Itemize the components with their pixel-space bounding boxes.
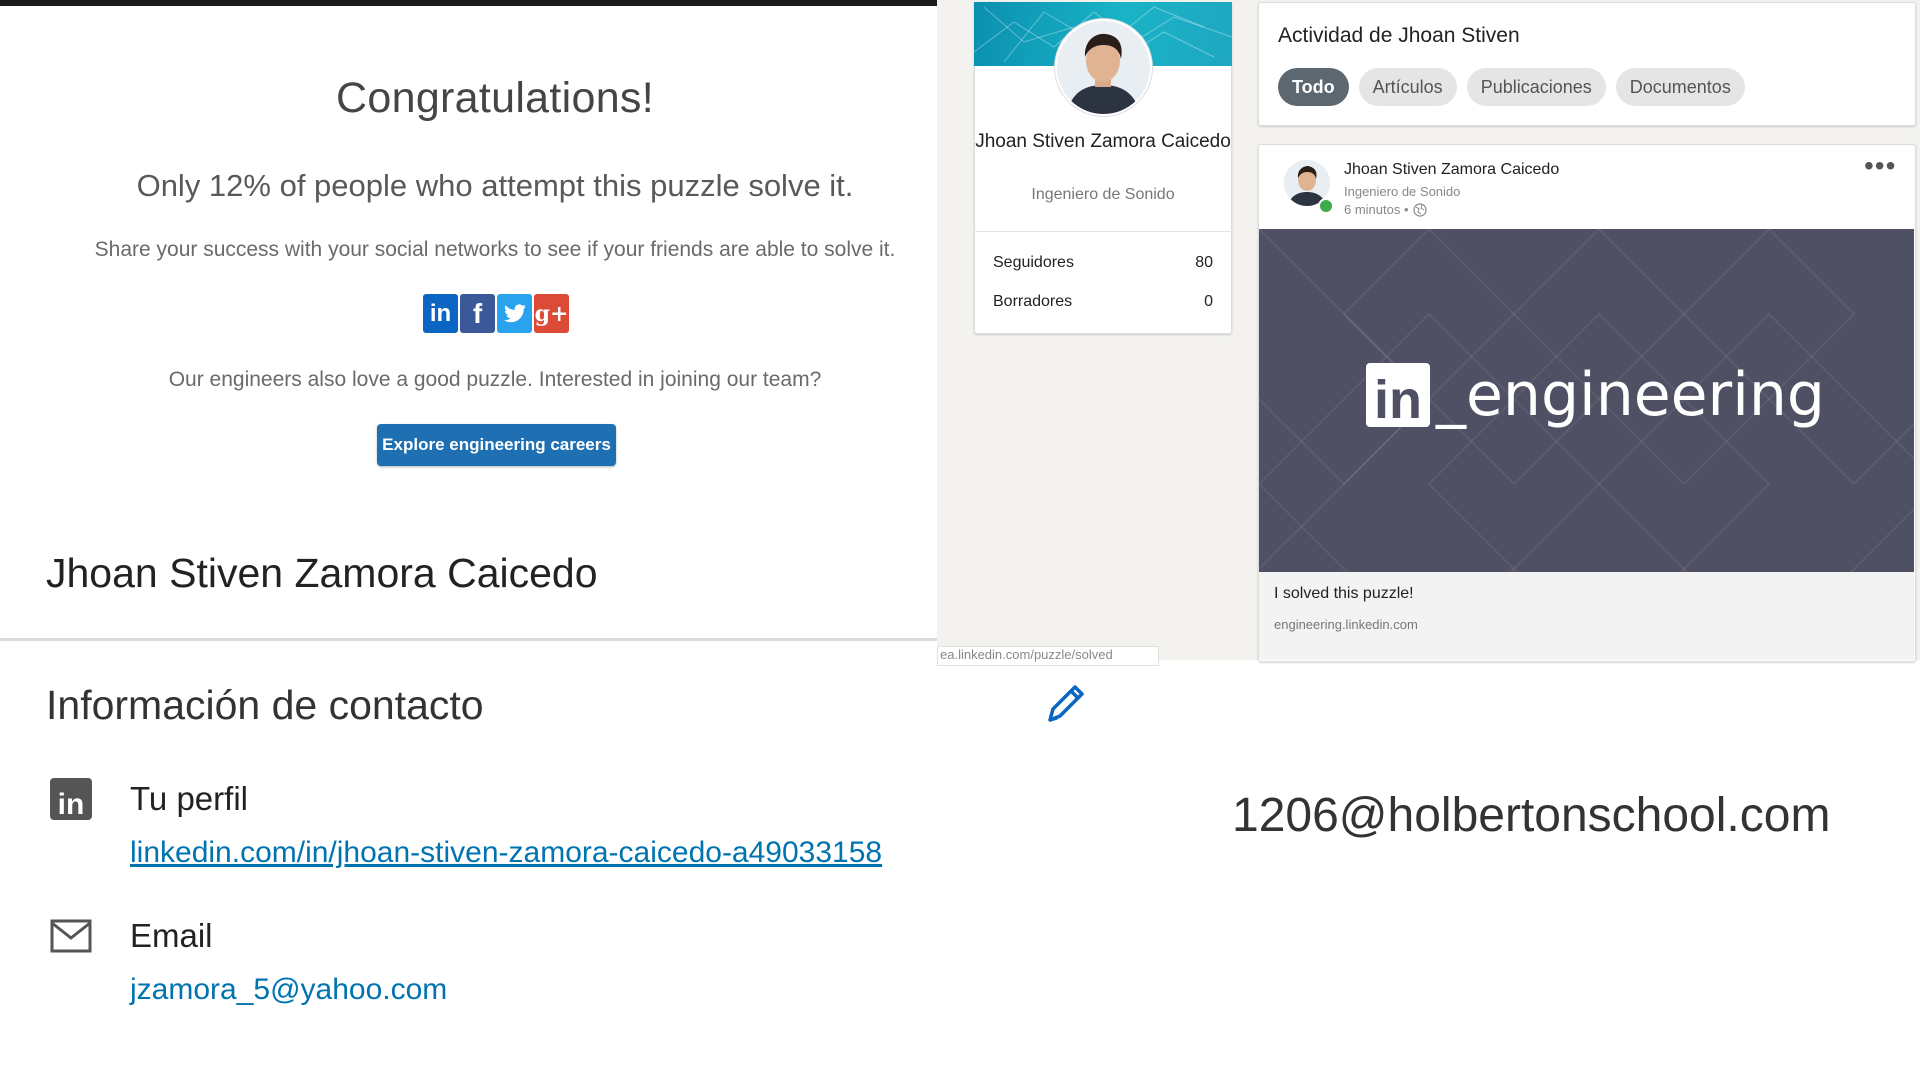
drafts-stat[interactable]: Borradores 0 bbox=[993, 293, 1213, 311]
profile-name-heading: Jhoan Stiven Zamora Caicedo bbox=[46, 550, 598, 596]
google-plus-share-icon[interactable]: g+ bbox=[534, 294, 569, 333]
activity-card bbox=[1258, 2, 1916, 126]
tab-todo[interactable]: Todo bbox=[1278, 68, 1349, 106]
browser-status-url: ea.linkedin.com/puzzle/solved bbox=[937, 646, 1159, 666]
activity-title: Actividad de Jhoan Stiven bbox=[1278, 24, 1520, 47]
post-options-menu-icon[interactable]: ••• bbox=[1864, 150, 1896, 182]
tab-documentos[interactable]: Documentos bbox=[1615, 68, 1745, 106]
post-timestamp: 6 minutos • bbox=[1344, 202, 1427, 217]
social-share-row: in f g+ bbox=[423, 294, 573, 334]
contact-info-heading: Información de contacto bbox=[46, 682, 484, 728]
twitter-share-icon[interactable] bbox=[497, 294, 532, 333]
tab-articulos[interactable]: Artículos bbox=[1358, 68, 1457, 106]
congratulations-heading: Congratulations! bbox=[336, 74, 654, 122]
online-status-icon bbox=[1318, 198, 1334, 214]
post-author-headline: Ingeniero de Sonido bbox=[1344, 184, 1461, 199]
profile-avatar[interactable] bbox=[1055, 19, 1152, 116]
email-label: Email bbox=[130, 917, 213, 954]
linkedin-logo-icon: in bbox=[1366, 363, 1430, 427]
card-divider bbox=[974, 231, 1232, 232]
school-email-text: 1206@holbertonschool.com bbox=[1232, 789, 1831, 842]
solve-rate-text: Only 12% of people who attempt this puzz… bbox=[136, 168, 854, 203]
browser-top-bar bbox=[0, 0, 937, 6]
drafts-count: 0 bbox=[1204, 293, 1213, 310]
post-caption: I solved this puzzle! bbox=[1274, 585, 1414, 602]
explore-careers-button[interactable]: Explore engineering careers bbox=[377, 424, 616, 466]
followers-label: Seguidores bbox=[993, 254, 1074, 271]
activity-filter-tabs: Todo Artículos Publicaciones Documentos bbox=[1278, 68, 1745, 106]
followers-stat[interactable]: Seguidores 80 bbox=[993, 254, 1213, 272]
profile-label: Tu perfil bbox=[130, 780, 248, 817]
edit-pencil-icon[interactable] bbox=[1044, 680, 1086, 725]
post-author-name[interactable]: Jhoan Stiven Zamora Caicedo bbox=[1344, 161, 1559, 179]
facebook-share-icon[interactable]: f bbox=[460, 294, 495, 333]
email-link[interactable]: jzamora_5@yahoo.com bbox=[130, 973, 447, 1007]
globe-icon bbox=[1412, 202, 1427, 217]
tab-publicaciones[interactable]: Publicaciones bbox=[1466, 68, 1606, 106]
profile-card-name[interactable]: Jhoan Stiven Zamora Caicedo bbox=[974, 128, 1232, 156]
section-divider bbox=[0, 638, 937, 641]
twitter-bird-icon bbox=[503, 303, 526, 322]
engineering-wordmark: _engineering bbox=[1436, 360, 1826, 430]
followers-count: 80 bbox=[1195, 254, 1213, 271]
profile-url-link[interactable]: linkedin.com/in/jhoan-stiven-zamora-caic… bbox=[130, 836, 882, 870]
drafts-label: Borradores bbox=[993, 293, 1073, 310]
post-time-text: 6 minutos • bbox=[1344, 202, 1409, 217]
linkedin-profile-icon: in bbox=[50, 778, 92, 820]
post-link-domain: engineering.linkedin.com bbox=[1274, 617, 1418, 632]
join-team-text: Our engineers also love a good puzzle. I… bbox=[168, 368, 822, 391]
linkedin-share-icon[interactable]: in bbox=[423, 294, 458, 333]
linkedin-icon-glyph: in bbox=[57, 788, 85, 821]
profile-card-headline: Ingeniero de Sonido bbox=[1031, 186, 1175, 203]
avatar-photo-icon bbox=[1057, 21, 1150, 114]
envelope-icon bbox=[50, 918, 92, 954]
engineering-logo: in _engineering bbox=[1366, 360, 1825, 430]
share-prompt-text: Share your success with your social netw… bbox=[94, 238, 896, 261]
